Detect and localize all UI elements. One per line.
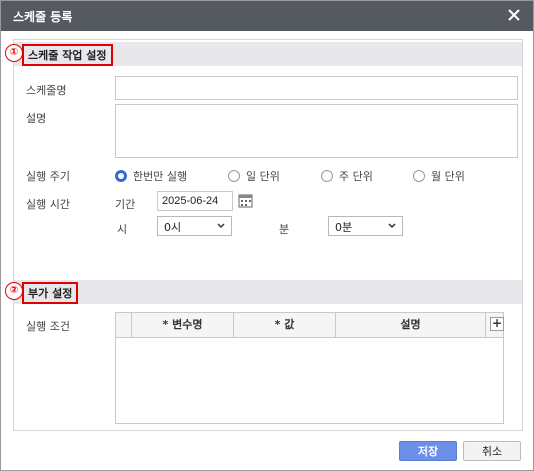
radio-icon bbox=[321, 170, 333, 182]
add-row-button[interactable]: + bbox=[490, 317, 504, 331]
radio-label: 주 단위 bbox=[339, 170, 373, 183]
minute-label: 분 bbox=[279, 223, 290, 236]
section-title-additional-settings: 부가 설정 bbox=[22, 282, 79, 304]
radio-icon bbox=[413, 170, 425, 182]
grid-header-spacer bbox=[116, 313, 132, 337]
run-cycle-label: 실행 주기 bbox=[26, 170, 70, 183]
description-label: 설명 bbox=[26, 112, 47, 125]
hour-select[interactable]: 0시 bbox=[157, 216, 232, 236]
cancel-button[interactable]: 취소 bbox=[463, 441, 521, 461]
run-condition-label: 실행 조건 bbox=[26, 320, 70, 333]
grid-header-value[interactable]: * 값 bbox=[234, 313, 336, 337]
period-date-input[interactable] bbox=[157, 191, 233, 211]
schedule-name-input[interactable] bbox=[115, 76, 518, 100]
radio-icon bbox=[115, 170, 127, 182]
radio-label: 한번만 실행 bbox=[133, 170, 188, 183]
radio-monthly[interactable]: 월 단위 bbox=[413, 168, 465, 184]
condition-grid: * 변수명 * 값 설명 + bbox=[115, 312, 504, 424]
radio-icon bbox=[228, 170, 240, 182]
chevron-down-icon bbox=[388, 223, 396, 229]
section-header-schedule-settings: ① 스케줄 작업 설정 bbox=[5, 42, 522, 66]
chevron-down-icon bbox=[217, 223, 225, 229]
section-number-1: ① bbox=[5, 44, 23, 62]
period-label: 기간 bbox=[115, 198, 136, 211]
calendar-icon[interactable] bbox=[238, 193, 253, 208]
hour-select-value: 0시 bbox=[164, 221, 182, 234]
dialog-titlebar: 스케줄 등록 bbox=[1, 1, 533, 31]
radio-run-once[interactable]: 한번만 실행 bbox=[115, 168, 187, 184]
radio-label: 일 단위 bbox=[246, 170, 280, 183]
radio-weekly[interactable]: 주 단위 bbox=[321, 168, 373, 184]
dialog-title: 스케줄 등록 bbox=[13, 10, 73, 24]
close-icon[interactable] bbox=[505, 6, 523, 24]
dialog-panel: ① 스케줄 작업 설정 스케줄명 설명 실행 주기 한번만 실행 일 단위 주 … bbox=[5, 39, 523, 431]
schedule-name-label: 스케줄명 bbox=[26, 84, 67, 97]
grid-header-variable-name[interactable]: * 변수명 bbox=[132, 313, 234, 337]
save-button[interactable]: 저장 bbox=[399, 441, 457, 461]
grid-header: * 변수명 * 값 설명 + bbox=[116, 313, 504, 338]
hour-label: 시 bbox=[117, 223, 128, 236]
schedule-dialog: 스케줄 등록 ① 스케줄 작업 설정 스케줄명 설명 실행 주기 한번만 실행 … bbox=[0, 0, 534, 471]
minute-select[interactable]: 0분 bbox=[328, 216, 403, 236]
run-time-label: 실행 시간 bbox=[26, 198, 70, 211]
radio-daily[interactable]: 일 단위 bbox=[228, 168, 280, 184]
radio-label: 월 단위 bbox=[431, 170, 465, 183]
section-number-2: ② bbox=[5, 282, 23, 300]
section-header-additional-settings: ② 부가 설정 bbox=[5, 280, 522, 304]
section-title-schedule-settings: 스케줄 작업 설정 bbox=[22, 44, 113, 66]
grid-header-description[interactable]: 설명 bbox=[336, 313, 486, 337]
grid-body bbox=[116, 338, 503, 423]
minute-select-value: 0분 bbox=[335, 221, 353, 234]
plus-icon: + bbox=[491, 316, 503, 330]
description-textarea[interactable] bbox=[115, 104, 518, 158]
